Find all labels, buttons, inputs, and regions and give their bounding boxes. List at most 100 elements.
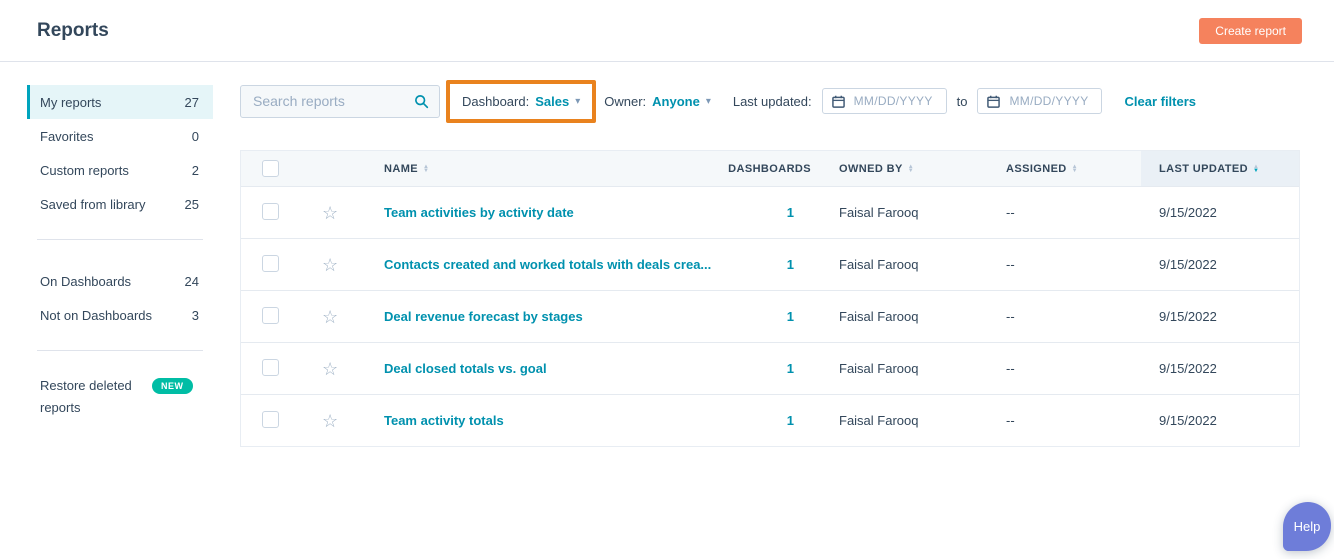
sidebar-item-favorites[interactable]: Favorites 0 xyxy=(27,119,213,153)
favorite-star-icon[interactable]: ☆ xyxy=(322,359,338,379)
owned-by-cell: Faisal Farooq xyxy=(839,257,919,272)
sidebar-item-label: Custom reports xyxy=(40,162,129,178)
row-checkbox[interactable] xyxy=(262,254,279,272)
report-name-link[interactable]: Deal revenue forecast by stages xyxy=(384,309,583,324)
table-row: ☆ Deal revenue forecast by stages 1 Fais… xyxy=(241,290,1299,342)
assigned-cell: -- xyxy=(1006,205,1015,220)
sidebar-item-saved-from-library[interactable]: Saved from library 25 xyxy=(27,187,213,221)
calendar-icon xyxy=(987,95,1001,108)
owned-by-cell: Faisal Farooq xyxy=(839,413,919,428)
column-header-name[interactable]: NAME ▲ ▼ xyxy=(361,151,731,186)
main-content: Dashboard: Sales ▾ Owner: Anyone ▾ Last … xyxy=(213,62,1334,447)
assigned-cell: -- xyxy=(1006,309,1015,324)
date-from-input[interactable] xyxy=(851,93,937,109)
dashboard-filter-dropdown[interactable]: Dashboard: Sales ▾ xyxy=(452,84,590,119)
dashboard-filter-label: Dashboard: xyxy=(462,93,530,109)
column-header-assigned[interactable]: ASSIGNED ▲ ▼ xyxy=(991,151,1141,186)
table-body: ☆ Team activities by activity date 1 Fai… xyxy=(241,186,1299,446)
top-bar: Reports Create report xyxy=(0,0,1334,62)
sidebar-divider xyxy=(37,350,203,351)
owner-filter-value: Anyone xyxy=(652,93,700,109)
sort-icon-active-desc: ▲ ▼ xyxy=(1252,163,1260,174)
dashboards-count-link[interactable]: 1 xyxy=(787,257,811,272)
dashboards-count-link[interactable]: 1 xyxy=(787,309,811,324)
favorite-star-icon[interactable]: ☆ xyxy=(322,307,338,327)
owner-filter-label: Owner: xyxy=(604,93,647,109)
sidebar-item-label: Favorites xyxy=(40,128,94,144)
last-updated-cell: 9/15/2022 xyxy=(1159,413,1217,428)
favorite-star-icon[interactable]: ☆ xyxy=(322,255,338,275)
table-header-row: NAME ▲ ▼ DASHBOARDS OWNED BY ▲ ▼ ASSIGNED … xyxy=(241,150,1299,186)
sidebar-item-count: 24 xyxy=(184,273,199,289)
report-name-link[interactable]: Team activity totals xyxy=(384,413,504,428)
assigned-cell: -- xyxy=(1006,361,1015,376)
select-all-checkbox[interactable] xyxy=(262,160,279,177)
search-box xyxy=(240,84,440,118)
report-name-link[interactable]: Team activities by activity date xyxy=(384,205,574,220)
sidebar-item-count: 0 xyxy=(191,128,199,144)
date-to-field[interactable] xyxy=(977,88,1103,114)
last-updated-cell: 9/15/2022 xyxy=(1159,257,1217,272)
sidebar-item-label: Saved from library xyxy=(40,196,146,212)
sidebar-item-count: 3 xyxy=(191,307,199,323)
sidebar-item-count: 2 xyxy=(191,162,199,178)
dashboard-filter-highlight: Dashboard: Sales ▾ xyxy=(446,79,597,123)
sidebar: My reports 27 Favorites 0 Custom reports… xyxy=(0,62,213,447)
dashboards-count-link[interactable]: 1 xyxy=(787,205,811,220)
search-icon[interactable] xyxy=(414,94,429,109)
restore-label: Restore deleted reports xyxy=(40,378,132,415)
dashboards-count-link[interactable]: 1 xyxy=(787,413,811,428)
assigned-cell: -- xyxy=(1006,413,1015,428)
row-checkbox[interactable] xyxy=(262,410,279,428)
last-updated-filter-label: Last updated: xyxy=(732,93,812,109)
sidebar-item-label: My reports xyxy=(40,94,102,110)
sidebar-item-restore-deleted-reports[interactable]: Restore deleted reports NEW xyxy=(40,375,203,419)
table-row: ☆ Deal closed totals vs. goal 1 Faisal F… xyxy=(241,342,1299,394)
owned-by-cell: Faisal Farooq xyxy=(839,205,919,220)
sidebar-item-custom-reports[interactable]: Custom reports 2 xyxy=(27,153,213,187)
dashboards-count-link[interactable]: 1 xyxy=(787,361,811,376)
sidebar-item-count: 27 xyxy=(184,94,199,110)
sort-icon: ▲ ▼ xyxy=(907,163,915,174)
sidebar-item-not-on-dashboards[interactable]: Not on Dashboards 3 xyxy=(27,298,213,332)
date-to-input[interactable] xyxy=(1007,93,1093,109)
date-from-field[interactable] xyxy=(821,88,947,114)
chevron-down-icon: ▾ xyxy=(575,96,581,107)
column-header-last-updated[interactable]: LAST UPDATED ▲ ▼ xyxy=(1141,151,1299,186)
sidebar-item-my-reports[interactable]: My reports 27 xyxy=(27,85,213,119)
sidebar-item-label: On Dashboards xyxy=(40,273,132,289)
sidebar-item-count: 25 xyxy=(184,196,199,212)
filter-bar: Dashboard: Sales ▾ Owner: Anyone ▾ Last … xyxy=(240,78,1334,124)
help-button[interactable]: Help xyxy=(1283,502,1331,551)
sidebar-item-on-dashboards[interactable]: On Dashboards 24 xyxy=(27,264,213,298)
owned-by-cell: Faisal Farooq xyxy=(839,361,919,376)
sort-icon: ▲ ▼ xyxy=(1071,163,1078,174)
page-title: Reports xyxy=(37,19,109,41)
favorite-star-icon[interactable]: ☆ xyxy=(322,411,338,431)
search-input[interactable] xyxy=(251,92,414,110)
report-name-link[interactable]: Contacts created and worked totals with … xyxy=(384,257,711,272)
table-row: ☆ Team activity totals 1 Faisal Farooq -… xyxy=(241,394,1299,446)
calendar-icon xyxy=(831,95,845,108)
owned-by-cell: Faisal Farooq xyxy=(839,309,919,324)
create-report-button[interactable]: Create report xyxy=(1199,17,1302,44)
sidebar-divider xyxy=(37,239,203,240)
row-checkbox[interactable] xyxy=(262,202,279,220)
clear-filters-link[interactable]: Clear filters xyxy=(1124,94,1196,109)
column-header-owned-by[interactable]: OWNED BY ▲ ▼ xyxy=(811,151,991,186)
column-header-dashboards: DASHBOARDS xyxy=(728,162,811,175)
sidebar-item-label: Not on Dashboards xyxy=(40,307,153,323)
reports-table: NAME ▲ ▼ DASHBOARDS OWNED BY ▲ ▼ ASSIGNED … xyxy=(240,150,1300,447)
star-column-header xyxy=(303,151,361,186)
table-row: ☆ Contacts created and worked totals wit… xyxy=(241,238,1299,290)
table-row: ☆ Team activities by activity date 1 Fai… xyxy=(241,186,1299,238)
last-updated-cell: 9/15/2022 xyxy=(1159,205,1217,220)
favorite-star-icon[interactable]: ☆ xyxy=(322,203,338,223)
row-checkbox[interactable] xyxy=(262,306,279,324)
new-badge: NEW xyxy=(152,378,193,394)
row-checkbox[interactable] xyxy=(262,358,279,376)
last-updated-cell: 9/15/2022 xyxy=(1159,361,1217,376)
owner-filter-dropdown[interactable]: Owner: Anyone ▾ xyxy=(604,94,711,109)
chevron-down-icon: ▾ xyxy=(705,96,711,107)
report-name-link[interactable]: Deal closed totals vs. goal xyxy=(384,361,547,376)
